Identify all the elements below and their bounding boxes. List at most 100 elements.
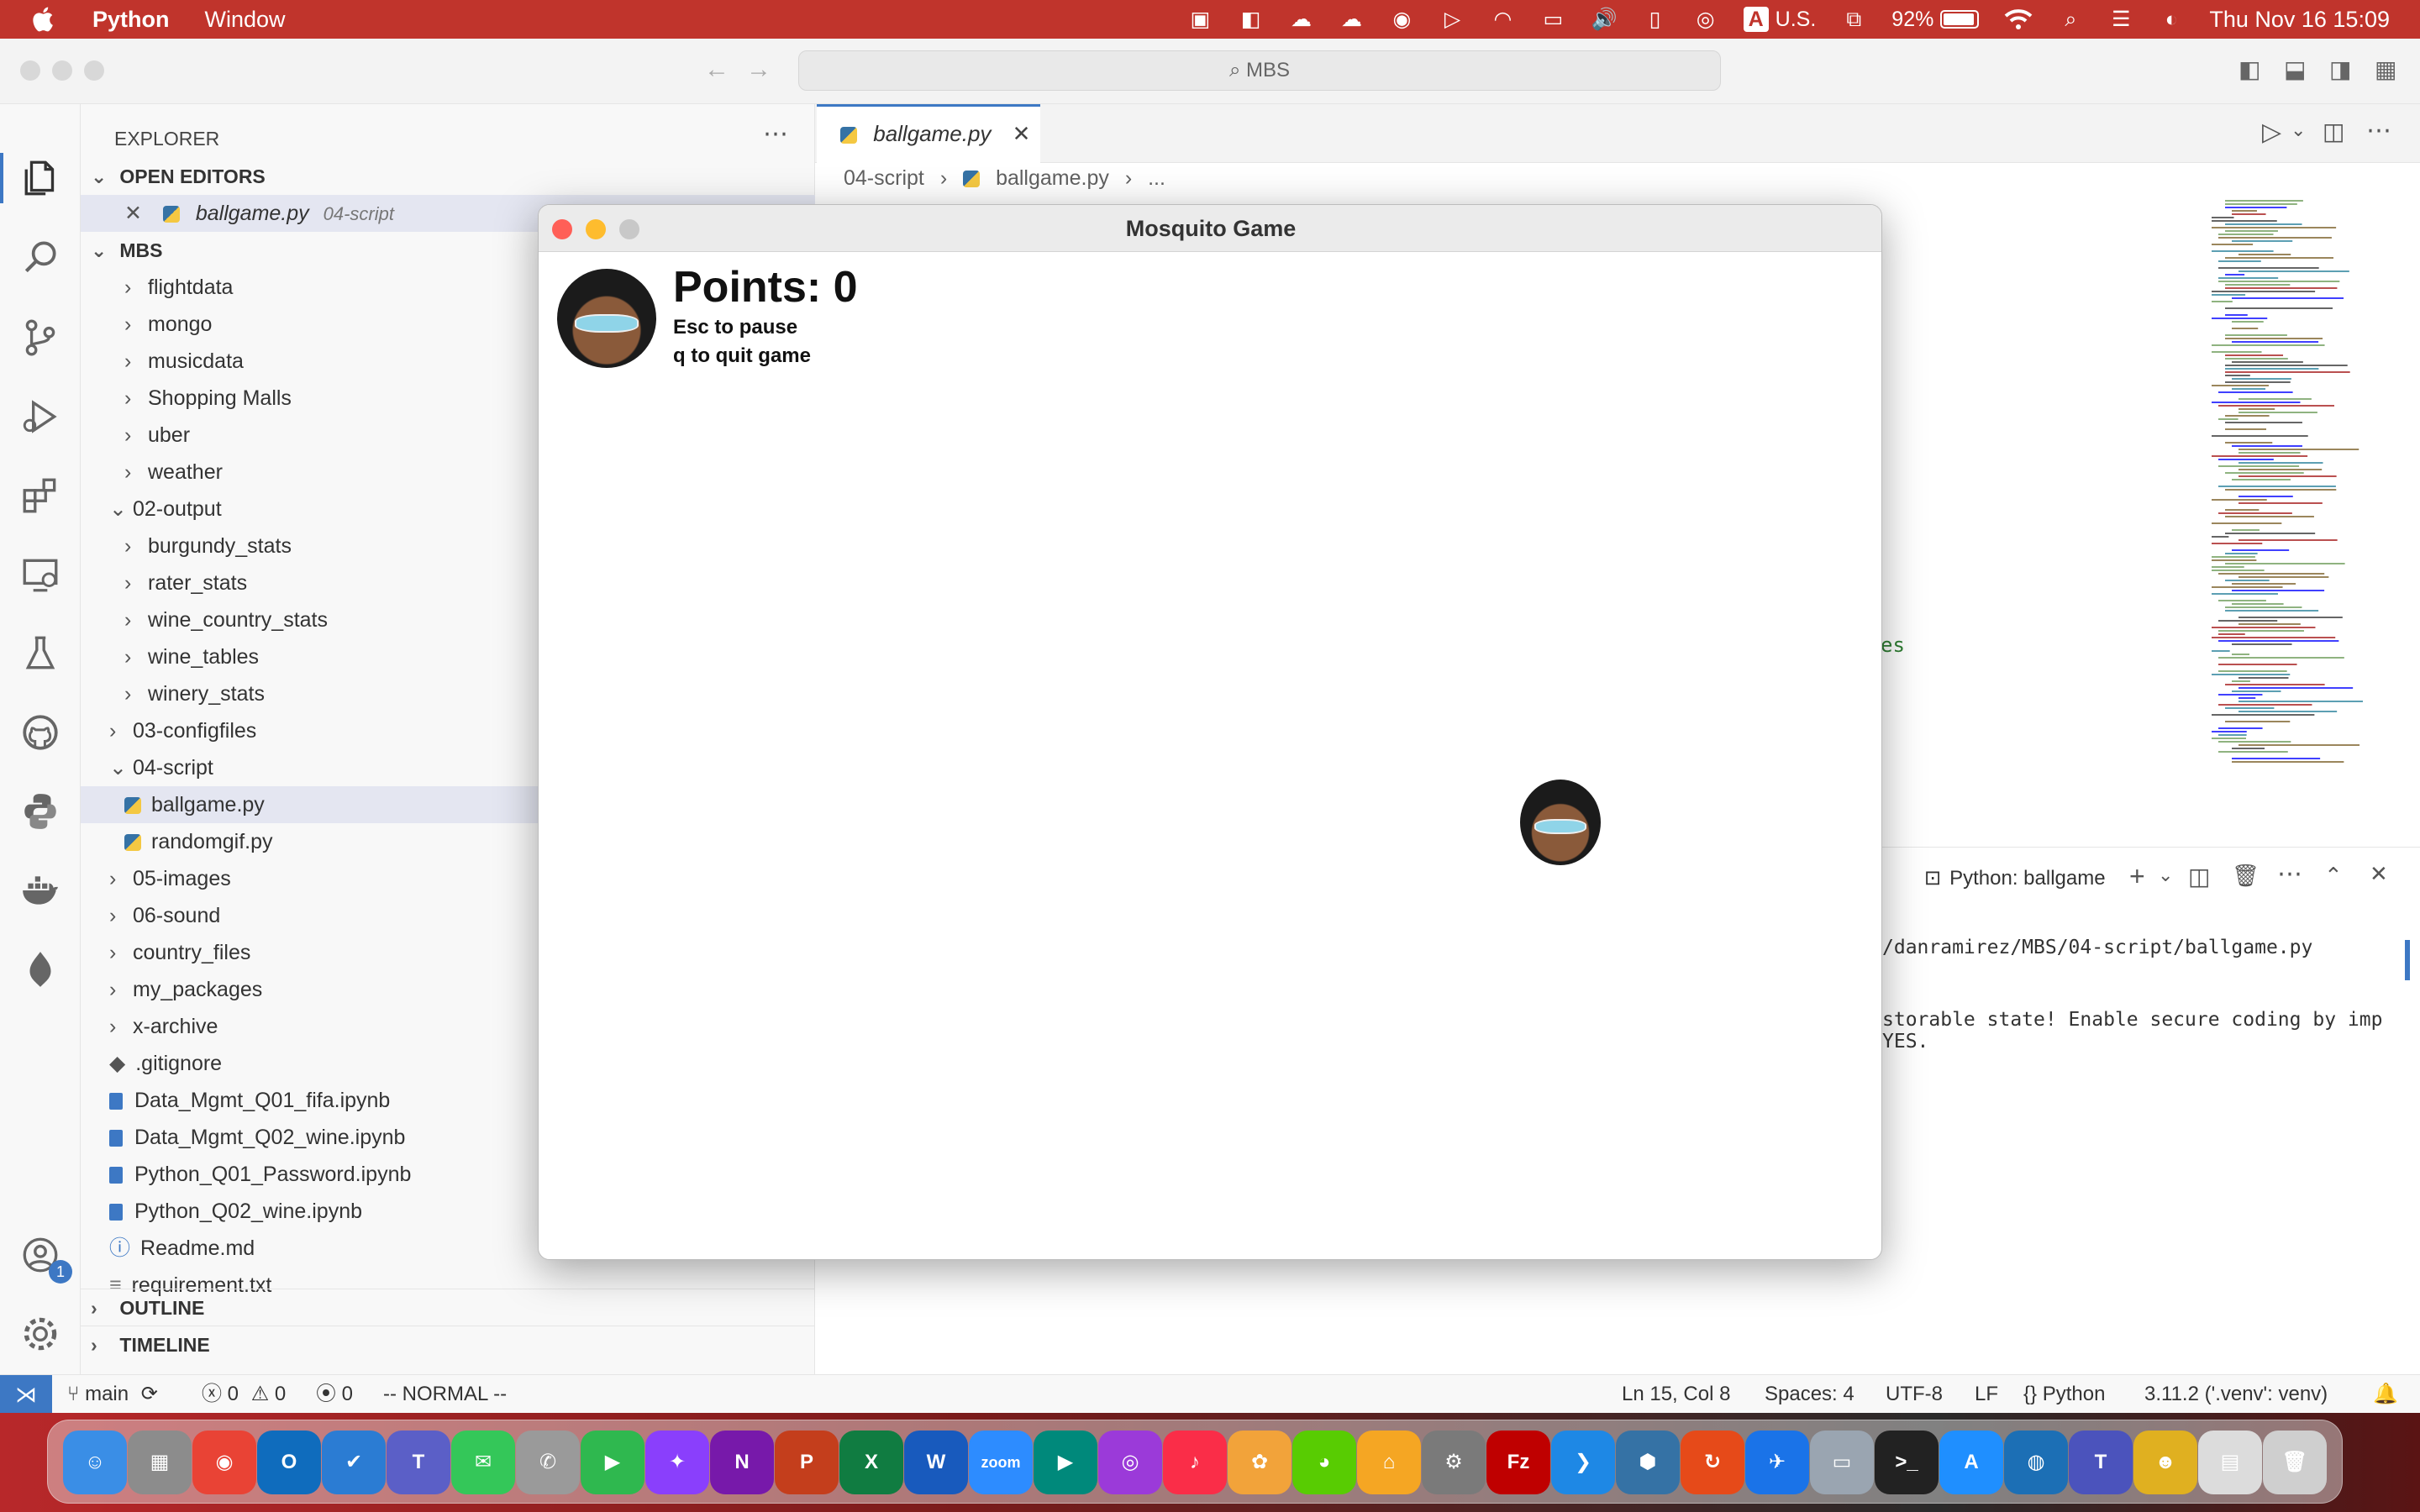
back-arrow-icon[interactable]: ← [704, 55, 729, 84]
dock-app-icon[interactable]: ⬢ [1616, 1431, 1680, 1494]
game-zoom-button[interactable] [619, 219, 639, 239]
line-ending[interactable]: LF [1975, 1375, 1998, 1414]
activity-icon[interactable]: ◠ [1490, 7, 1515, 32]
outline-header[interactable]: › OUTLINE [81, 1289, 815, 1326]
game-minimize-button[interactable] [586, 219, 606, 239]
battery-status[interactable]: 92% [1891, 7, 1980, 32]
dock-app-icon[interactable]: N [710, 1431, 774, 1494]
dock-app-icon[interactable]: ▭ [1810, 1431, 1874, 1494]
dock-app-icon[interactable]: ◕ [1292, 1431, 1356, 1494]
notifications-bell-icon[interactable]: 🔔 [2373, 1375, 2398, 1414]
testing-icon[interactable] [15, 628, 66, 679]
dock-app-icon[interactable]: ◎ [1098, 1431, 1162, 1494]
display-icon[interactable]: ▭ [1540, 7, 1565, 32]
menubar-clock[interactable]: Thu Nov 16 15:09 [2209, 7, 2390, 33]
remote-explorer-icon[interactable] [15, 549, 66, 600]
outlook-status-icon[interactable]: ◧ [1238, 7, 1263, 32]
dock-app-icon[interactable]: ⌂ [1357, 1431, 1421, 1494]
problems-status[interactable]: ⓧ 0 ⚠ 0 [202, 1375, 286, 1414]
close-panel-icon[interactable]: ✕ [2370, 861, 2388, 887]
explorer-icon[interactable] [0, 153, 81, 203]
panel-more-icon[interactable]: ⋯ [2277, 859, 2302, 889]
menu-window[interactable]: Window [205, 7, 286, 33]
remote-indicator-icon[interactable]: ⋊ [0, 1375, 52, 1414]
window-zoom-button[interactable] [84, 60, 104, 81]
terminal-scrollbar[interactable] [2405, 940, 2410, 980]
dock-app-icon[interactable]: A [1939, 1431, 2003, 1494]
minimap[interactable] [2212, 197, 2388, 768]
dock-app-icon[interactable]: W [904, 1431, 968, 1494]
cloud-sync-icon[interactable]: ☁ [1339, 7, 1364, 32]
dock-app-icon[interactable]: ✦ [645, 1431, 709, 1494]
dock-app-icon[interactable]: 🗑 [2263, 1431, 2327, 1494]
spotlight-icon[interactable]: ⌕ [2058, 7, 2083, 32]
contacts-icon[interactable]: ▣ [1187, 7, 1213, 32]
dock-app-icon[interactable]: ▶ [581, 1431, 644, 1494]
docker-icon[interactable] [15, 865, 66, 916]
encoding[interactable]: UTF-8 [1886, 1375, 1943, 1414]
toggle-panel-icon[interactable]: ⬓ [2284, 55, 2306, 83]
code-fragment[interactable]: es [1881, 633, 1905, 657]
dock-app-icon[interactable]: zoom [969, 1431, 1033, 1494]
grammarly-icon[interactable]: ◉ [1389, 7, 1414, 32]
dock-app-icon[interactable]: ◉ [192, 1431, 256, 1494]
maximize-panel-icon[interactable]: ⌃ [2324, 863, 2343, 889]
command-center-search[interactable]: ⌕ MBS [798, 50, 1721, 91]
language-mode[interactable]: {} Python [2023, 1375, 2105, 1414]
control-center-icon[interactable]: ☰ [2108, 7, 2133, 32]
terminal-tab[interactable]: ⊡ Python: ballgame [1924, 866, 2106, 890]
timeline-header[interactable]: › TIMELINE [81, 1326, 815, 1362]
dock-app-icon[interactable]: X [839, 1431, 903, 1494]
dock-app-icon[interactable]: ✔ [322, 1431, 386, 1494]
dock-app-icon[interactable]: O [257, 1431, 321, 1494]
more-actions-icon[interactable]: ⋯ [763, 119, 788, 149]
close-tab-icon[interactable]: ✕ [1013, 121, 1031, 146]
mosquito-target[interactable] [1520, 780, 1601, 865]
dock-app-icon[interactable]: ↻ [1681, 1431, 1744, 1494]
dock-app-icon[interactable]: Fz [1486, 1431, 1550, 1494]
window-close-button[interactable] [20, 60, 40, 81]
dock-app-icon[interactable]: ☺ [63, 1431, 127, 1494]
github-icon[interactable] [15, 707, 66, 758]
apple-icon[interactable] [32, 7, 57, 32]
volume-icon[interactable]: 🔊 [1591, 7, 1617, 32]
new-terminal-icon[interactable]: + [2129, 861, 2145, 892]
cloud-icon[interactable]: ☁ [1288, 7, 1313, 32]
dock-app-icon[interactable]: ▦ [128, 1431, 192, 1494]
dock-app-icon[interactable]: T [387, 1431, 450, 1494]
dock-app-icon[interactable]: ⚙ [1422, 1431, 1486, 1494]
screen-mirroring-icon[interactable]: ⧉ [1841, 7, 1866, 32]
dock-app-icon[interactable]: T [2069, 1431, 2133, 1494]
dock-app-icon[interactable]: ❯ [1551, 1431, 1615, 1494]
siri-icon[interactable]: ◐ [2159, 7, 2184, 32]
breadcrumb-file[interactable]: ballgame.py [996, 166, 1109, 190]
tab-ballgame[interactable]: ballgame.py ✕ [817, 104, 1040, 163]
forward-arrow-icon[interactable]: → [746, 55, 771, 84]
toggle-secondary-sidebar-icon[interactable]: ◨ [2329, 55, 2351, 83]
run-python-icon[interactable]: ▷ [2262, 118, 2281, 147]
python-icon[interactable] [15, 786, 66, 837]
run-debug-icon[interactable] [15, 391, 66, 442]
dock-app-icon[interactable]: ✆ [516, 1431, 580, 1494]
dock-app-icon[interactable]: ♪ [1163, 1431, 1227, 1494]
open-editors-header[interactable]: ⌄ OPEN EDITORS [81, 158, 815, 195]
dock-app-icon[interactable]: >_ [1875, 1431, 1939, 1494]
indentation[interactable]: Spaces: 4 [1765, 1375, 1854, 1414]
breadcrumb-folder[interactable]: 04-script [844, 166, 924, 190]
ports-status[interactable]: ⦿ 0 [316, 1375, 353, 1414]
accounts-icon[interactable]: 1 [15, 1230, 72, 1284]
dock-app-icon[interactable]: ◍ [2004, 1431, 2068, 1494]
python-interpreter[interactable]: 3.11.2 ('.venv': venv) [2144, 1375, 2328, 1414]
trash-icon[interactable]: 🗑 [2232, 863, 2260, 889]
branch-status[interactable]: ⑂ main ⟳ [67, 1375, 158, 1414]
dock-app-icon[interactable]: ✉ [451, 1431, 515, 1494]
dock-app-icon[interactable]: ☻ [2133, 1431, 2197, 1494]
mongodb-leaf-icon[interactable] [15, 944, 66, 995]
game-close-button[interactable] [552, 219, 572, 239]
play-icon[interactable]: ▷ [1439, 7, 1465, 32]
window-minimize-button[interactable] [52, 60, 72, 81]
source-control-icon[interactable] [15, 312, 66, 363]
run-dropdown-icon[interactable]: ⌄ [2291, 119, 2306, 141]
editor-more-icon[interactable]: ⋯ [2366, 116, 2391, 145]
customize-layout-icon[interactable]: ▦ [2375, 55, 2396, 83]
